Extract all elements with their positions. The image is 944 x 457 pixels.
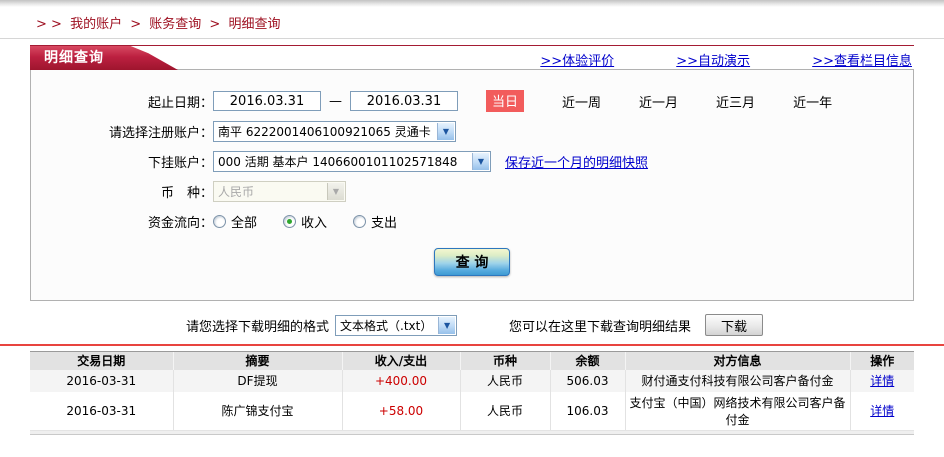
- flow-direction-row: 资金流向： 全部 收入 支出: [31, 210, 913, 232]
- table-row: 2016-03-31 DF提现 +400.00 人民币 506.03 财付通支付…: [30, 369, 914, 392]
- chevron-down-icon: ▼: [437, 122, 454, 140]
- cell-balance: 506.03: [549, 369, 625, 392]
- header-links: >>体验评价 >>自动演示 >>查看栏目信息: [482, 50, 912, 69]
- radio-checked-icon[interactable]: [283, 214, 297, 228]
- cell-counterparty: 财付通支付科技有限公司客户备付金: [624, 369, 850, 392]
- cell-summary: DF提现: [172, 369, 342, 392]
- detail-link[interactable]: 详情: [870, 374, 894, 388]
- page-top-strip: [0, 0, 944, 7]
- sub-account-row: 下挂账户： 000 活期 基本户 1406600101102571848 ▼ 保…: [31, 150, 913, 172]
- radio-unchecked-icon[interactable]: [213, 214, 226, 228]
- header-amount: 收入/支出: [341, 351, 460, 370]
- currency-row: 币 种： 人民币 ▼: [31, 180, 913, 202]
- date-dash: —: [329, 93, 342, 109]
- column-info-link[interactable]: >>查看栏目信息: [812, 54, 912, 69]
- cell-currency: 人民币: [459, 369, 550, 392]
- cell-amount: +400.00: [341, 369, 460, 392]
- table-row: 2016-03-31 陈广锦支付宝 +58.00 人民币 106.03 支付宝（…: [30, 391, 914, 430]
- breadcrumb-prefix: > >: [36, 17, 62, 32]
- query-button[interactable]: 查 询: [434, 248, 510, 276]
- breadcrumb-item-account-query[interactable]: 账务查询: [149, 17, 201, 32]
- auto-demo-link[interactable]: >>自动演示: [676, 54, 750, 69]
- cell-balance: 106.03: [549, 391, 625, 430]
- currency-value: 人民币: [218, 184, 255, 199]
- chevron-down-icon: ▼: [327, 182, 344, 200]
- chevron-down-icon: ▼: [438, 316, 456, 334]
- experience-rating-link[interactable]: >>体验评价: [540, 54, 614, 69]
- sub-account-label: 下挂账户：: [147, 155, 213, 171]
- quick-range-today[interactable]: 当日: [486, 90, 525, 112]
- start-date-input[interactable]: [213, 91, 321, 111]
- registered-account-select[interactable]: 南平 6222001406100921065 灵通卡 ▼: [213, 120, 456, 142]
- transactions-table: 交易日期 摘要 收入/支出 币种 余额 对方信息 操作 2016-03-31 D…: [30, 351, 914, 435]
- radio-unchecked-icon[interactable]: [353, 214, 367, 228]
- header-summary: 摘要: [172, 351, 342, 370]
- flow-option-all[interactable]: 全部: [213, 212, 257, 231]
- breadcrumb: > > 我的账户 > 账务查询 > 明细查询: [36, 13, 944, 32]
- flow-option-all-label: 全部: [231, 215, 258, 231]
- header-balance: 余额: [549, 351, 625, 370]
- download-result-label: 您可以在这里下载查询明细结果: [509, 319, 692, 335]
- registered-account-label: 请选择注册账户：: [108, 125, 213, 141]
- download-format-label: 请您选择下载明细的格式: [186, 319, 330, 335]
- header-date: 交易日期: [30, 351, 173, 370]
- currency-select: 人民币 ▼: [213, 180, 346, 202]
- cell-summary: 陈广锦支付宝: [172, 391, 342, 430]
- cell-counterparty: 支付宝（中国）网络技术有限公司客户备付金: [624, 391, 850, 430]
- breadcrumb-item-detail-query[interactable]: 明细查询: [228, 17, 280, 32]
- cell-date: 2016-03-31: [30, 391, 173, 430]
- flow-option-income[interactable]: 收入: [283, 212, 327, 231]
- detail-link[interactable]: 详情: [870, 404, 894, 418]
- flow-option-expense[interactable]: 支出: [353, 212, 397, 231]
- cell-date: 2016-03-31: [30, 369, 173, 392]
- chevron-down-icon: ▼: [472, 152, 489, 170]
- download-format-select[interactable]: 文本格式（.txt） ▼: [335, 314, 458, 336]
- flow-option-income-label: 收入: [301, 215, 328, 231]
- currency-label: 币 种：: [160, 185, 213, 201]
- query-form-panel: 起止日期： — 当日 近一周 近一月 近三月 近一年 请选择注册账户： 南平 6…: [30, 69, 914, 301]
- tab-bar: 明细查询 >>体验评价 >>自动演示 >>查看栏目信息: [30, 45, 914, 70]
- cell-amount: +58.00: [341, 391, 460, 430]
- end-date-input[interactable]: [350, 91, 458, 111]
- registered-account-row: 请选择注册账户： 南平 6222001406100921065 灵通卡 ▼: [31, 120, 913, 142]
- date-range-row: 起止日期： — 当日 近一周 近一月 近三月 近一年: [31, 90, 913, 112]
- table-header-row: 交易日期 摘要 收入/支出 币种 余额 对方信息 操作: [30, 351, 914, 370]
- header-divider: [0, 38, 944, 39]
- header-currency: 币种: [459, 351, 550, 370]
- quick-range-month[interactable]: 近一月: [639, 92, 678, 111]
- header-counterparty: 对方信息: [624, 351, 850, 370]
- save-snapshot-link[interactable]: 保存近一个月的明细快照: [505, 152, 648, 171]
- table-footer-strip: [30, 429, 914, 434]
- breadcrumb-separator: >: [209, 17, 221, 32]
- sub-account-select[interactable]: 000 活期 基本户 1406600101102571848 ▼: [213, 150, 491, 172]
- quick-range-week[interactable]: 近一周: [562, 92, 601, 111]
- flow-direction-label: 资金流向：: [147, 215, 213, 231]
- header-action: 操作: [849, 351, 914, 370]
- download-row: 请您选择下载明细的格式 文本格式（.txt） ▼ 您可以在这里下载查询明细结果 …: [186, 313, 944, 337]
- section-divider-red: [0, 344, 944, 346]
- flow-option-expense-label: 支出: [371, 215, 398, 231]
- sub-account-value: 000 活期 基本户 1406600101102571848: [218, 154, 458, 169]
- tab-detail-query[interactable]: 明细查询: [30, 46, 178, 70]
- date-range-label: 起止日期：: [147, 95, 213, 111]
- cell-currency: 人民币: [459, 391, 550, 430]
- download-button[interactable]: 下载: [705, 314, 764, 336]
- quick-range-quarter[interactable]: 近三月: [716, 92, 755, 111]
- breadcrumb-separator: >: [130, 17, 142, 32]
- download-format-value: 文本格式（.txt）: [340, 318, 433, 333]
- breadcrumb-item-my-account[interactable]: 我的账户: [70, 17, 122, 32]
- quick-range-year[interactable]: 近一年: [793, 92, 832, 111]
- registered-account-value: 南平 6222001406100921065 灵通卡: [218, 124, 431, 139]
